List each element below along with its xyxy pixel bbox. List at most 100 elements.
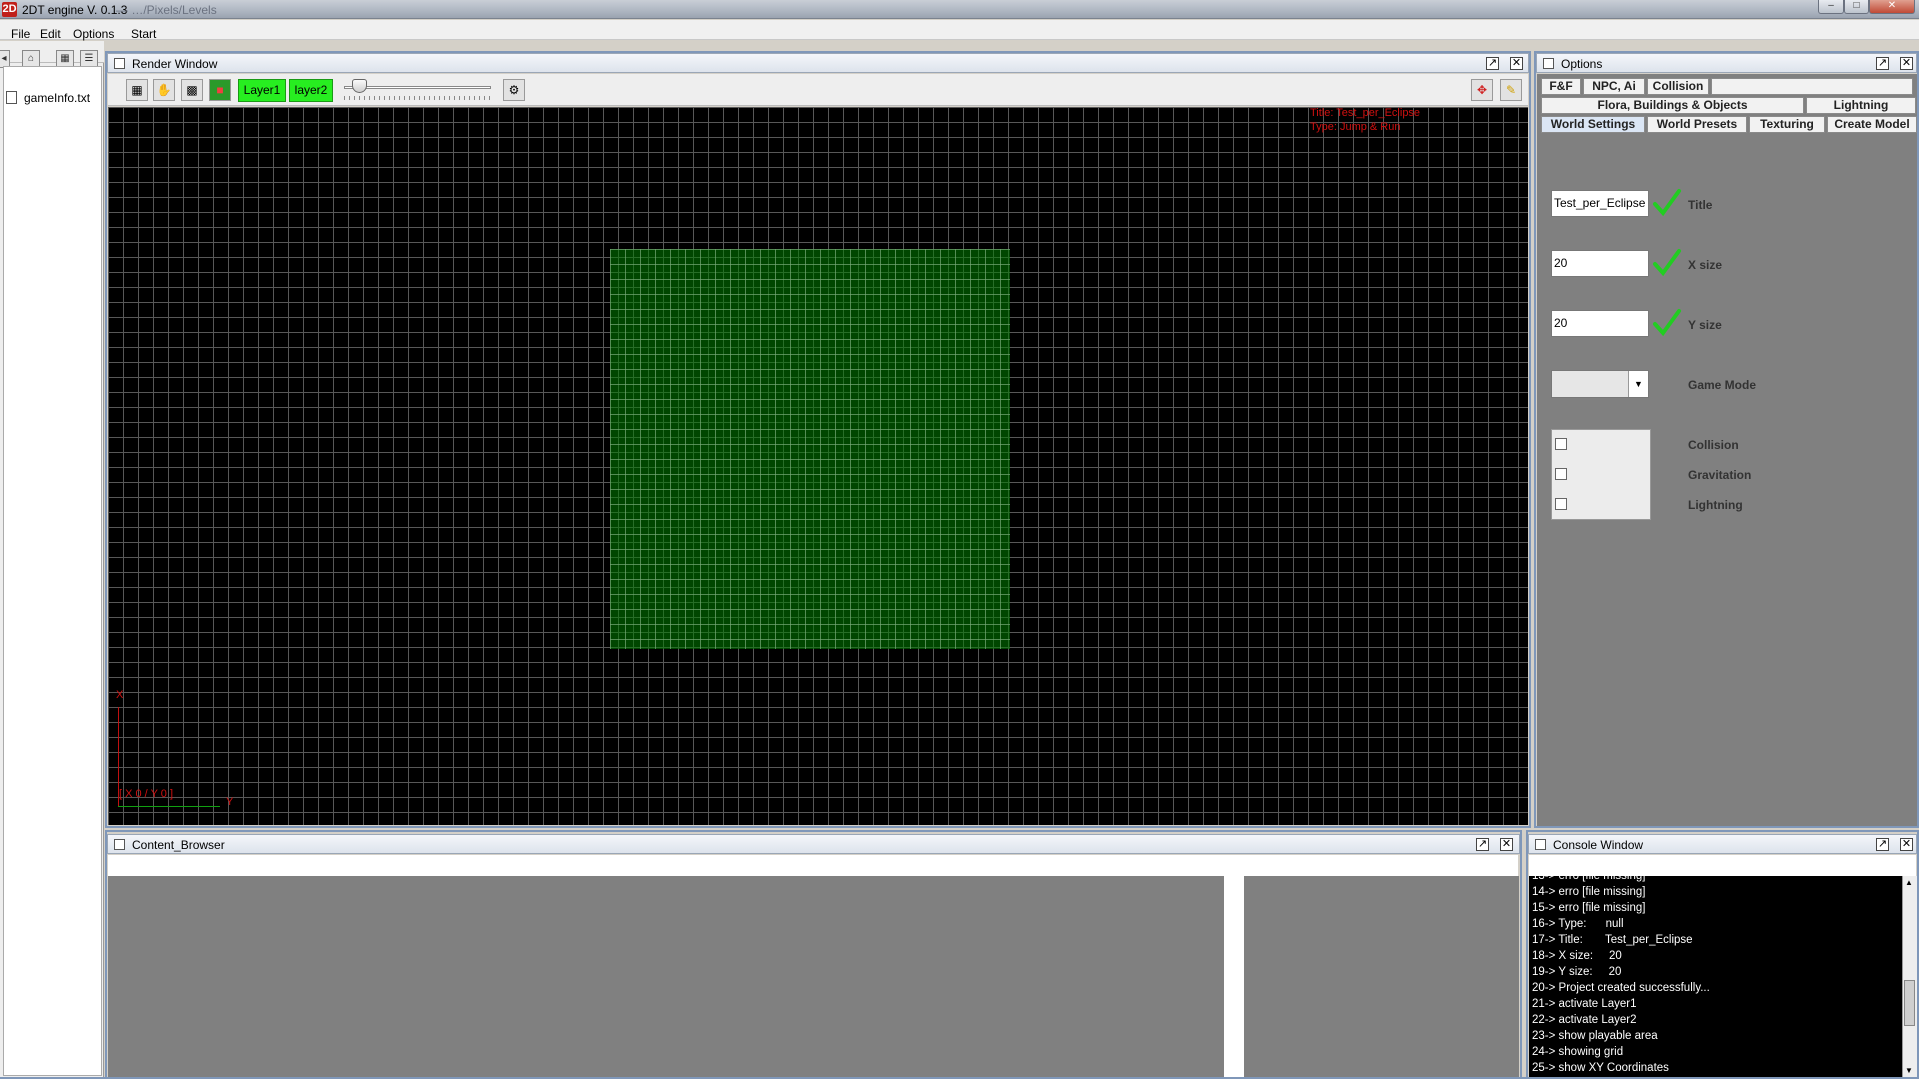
panel-window-icon — [114, 839, 125, 850]
tab-flora-buildings[interactable]: Flora, Buildings & Objects — [1541, 97, 1804, 114]
x-axis-label: X — [116, 689, 124, 701]
render-window-title: Render Window — [132, 57, 218, 71]
overlay-type: Type: Jump & Run — [1310, 121, 1401, 133]
tab-ff[interactable]: F&F — [1541, 78, 1581, 95]
console-line: 17-> Title: Test_per_Eclipse — [1532, 934, 1693, 946]
tab-lightning[interactable]: Lightning — [1806, 97, 1916, 114]
menu-file[interactable]: File — [11, 27, 30, 41]
file-item-gameinfo[interactable]: gameInfo.txt — [24, 91, 90, 105]
close-panel-icon[interactable]: ✕ — [1510, 57, 1523, 70]
x-size-valid-check-icon — [1653, 249, 1681, 277]
render-window-header: Render Window ↗ ✕ — [107, 53, 1529, 73]
undock-icon[interactable]: ↗ — [1476, 838, 1489, 851]
panel-window-icon — [1535, 839, 1546, 850]
maximize-button[interactable]: □ — [1844, 0, 1869, 14]
undock-icon[interactable]: ↗ — [1876, 838, 1889, 851]
zoom-slider-ticks — [344, 96, 491, 100]
close-panel-icon[interactable]: ✕ — [1900, 57, 1913, 70]
console-output[interactable]: 13-> erro [file missing] 14-> erro [file… — [1529, 876, 1902, 1079]
console-line: 14-> erro [file missing] — [1532, 886, 1646, 898]
playable-area — [610, 249, 1010, 649]
scroll-up-icon[interactable]: ▲ — [1905, 878, 1913, 887]
y-axis-label: Y — [226, 796, 234, 808]
minimize-button[interactable]: – — [1818, 0, 1844, 14]
tab-npc-ai[interactable]: NPC, Ai — [1583, 78, 1645, 95]
console-line: 18-> X size: 20 — [1532, 950, 1622, 962]
window-title: 2DT engine V. 0.1.3 — [22, 3, 128, 17]
content-browser-header: Content_Browser ↗ ✕ — [107, 834, 1520, 854]
pan-hand-icon[interactable]: ✋ — [153, 79, 175, 101]
coordinate-readout: [ X 0 / Y 0 ] — [119, 788, 174, 800]
options-title: Options — [1561, 57, 1603, 71]
console-line: 21-> activate Layer1 — [1532, 998, 1637, 1010]
gravitation-label: Gravitation — [1688, 468, 1752, 482]
playable-area-icon[interactable]: ■ — [209, 79, 231, 101]
menu-start[interactable]: Start — [131, 27, 156, 41]
console-line: 20-> Project created successfully... — [1532, 982, 1710, 994]
console-scroll-thumb[interactable] — [1904, 980, 1915, 1026]
collision-label: Collision — [1688, 438, 1739, 452]
menu-bar — [0, 20, 1919, 40]
title-label: Title — [1688, 198, 1713, 212]
console-toolbar — [1529, 855, 1916, 876]
console-line: 25-> show XY Coordinates — [1532, 1062, 1669, 1074]
file-tree — [3, 66, 102, 1076]
x-size-input[interactable]: 20 — [1551, 250, 1649, 277]
coordinates-icon[interactable]: ✥ — [1471, 79, 1493, 101]
tab-world-settings[interactable]: World Settings — [1541, 116, 1645, 133]
close-window-button[interactable]: ✕ — [1869, 0, 1915, 14]
app-logo-icon: 2D — [2, 2, 17, 17]
y-size-label: Y size — [1688, 318, 1722, 332]
menu-options[interactable]: Options — [73, 27, 114, 41]
console-line: 15-> erro [file missing] — [1532, 902, 1646, 914]
lightning-label: Lightning — [1688, 498, 1743, 512]
tab-create-model[interactable]: Create Model — [1827, 116, 1917, 133]
panel-window-icon — [114, 58, 125, 69]
tab-texturing[interactable]: Texturing — [1749, 116, 1825, 133]
undock-icon[interactable]: ↗ — [1876, 57, 1889, 70]
tiles-icon[interactable]: ▩ — [181, 79, 203, 101]
console-line: 13-> erro [file missing] — [1532, 876, 1646, 882]
console-scrollbar[interactable] — [1902, 876, 1917, 1079]
console-title: Console Window — [1553, 838, 1644, 852]
console-line: 24-> showing grid — [1532, 1046, 1624, 1058]
undock-icon[interactable]: ↗ — [1486, 57, 1499, 70]
scroll-down-icon[interactable]: ▼ — [1905, 1066, 1913, 1075]
settings-icon[interactable]: ⚙ — [503, 79, 525, 101]
content-browser-preview[interactable] — [1244, 876, 1519, 1079]
console-line: 16-> Type: null — [1532, 918, 1624, 930]
close-panel-icon[interactable]: ✕ — [1500, 838, 1513, 851]
title-input[interactable]: Test_per_Eclipse — [1551, 190, 1649, 217]
content-browser-title: Content_Browser — [132, 838, 225, 852]
content-browser-toolbar — [108, 855, 1518, 876]
y-size-valid-check-icon — [1653, 309, 1681, 337]
lightning-checkbox[interactable] — [1555, 498, 1567, 510]
panel-window-icon — [1543, 58, 1554, 69]
y-axis-line — [118, 806, 220, 807]
content-browser-divider[interactable] — [1224, 876, 1244, 1079]
grid-icon[interactable]: ▦ — [126, 79, 148, 101]
console-line: 19-> Y size: 20 — [1532, 966, 1622, 978]
close-panel-icon[interactable]: ✕ — [1900, 838, 1913, 851]
tab-collision[interactable]: Collision — [1647, 78, 1709, 95]
y-size-input[interactable]: 20 — [1551, 310, 1649, 337]
collision-checkbox[interactable] — [1555, 438, 1567, 450]
menu-edit[interactable]: Edit — [40, 27, 61, 41]
x-size-label: X size — [1688, 258, 1723, 272]
brush-icon[interactable]: ✎ — [1500, 79, 1522, 101]
chevron-down-icon[interactable]: ▼ — [1628, 371, 1648, 397]
file-icon — [6, 91, 17, 104]
options-header: Options ↗ ✕ — [1536, 53, 1917, 73]
title-valid-check-icon — [1653, 189, 1681, 217]
tab-row1-filler — [1711, 78, 1913, 95]
console-header: Console Window ↗ ✕ — [1528, 834, 1917, 854]
layer1-toggle[interactable]: Layer1 — [238, 79, 286, 102]
tab-world-presets[interactable]: World Presets — [1647, 116, 1747, 133]
gravitation-checkbox[interactable] — [1555, 468, 1567, 480]
console-line: 22-> activate Layer2 — [1532, 1014, 1637, 1026]
content-browser-list[interactable] — [108, 876, 1224, 1079]
game-mode-label: Game Mode — [1688, 378, 1757, 392]
console-line: 23-> show playable area — [1532, 1030, 1658, 1042]
window-path: — …/Pixels/Levels — [116, 3, 217, 17]
layer2-toggle[interactable]: layer2 — [289, 79, 333, 102]
